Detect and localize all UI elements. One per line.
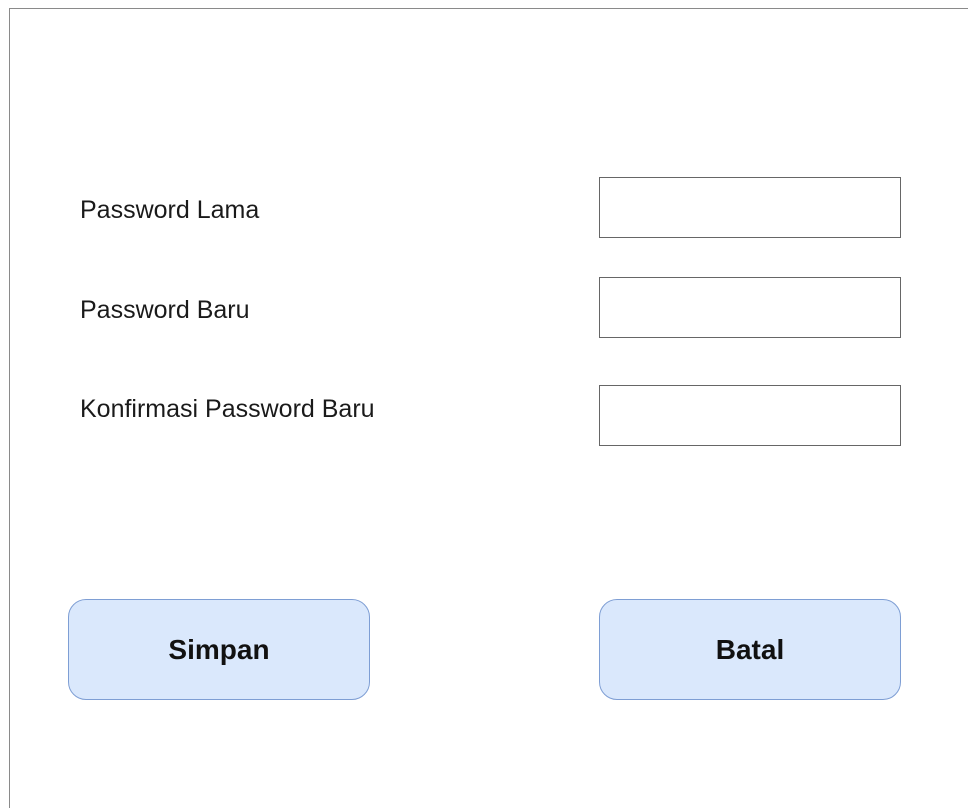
confirm-password-input[interactable]: [599, 385, 901, 446]
save-button[interactable]: Simpan: [68, 599, 370, 700]
cancel-button[interactable]: Batal: [599, 599, 901, 700]
confirm-password-label: Konfirmasi Password Baru: [80, 395, 375, 423]
old-password-input[interactable]: [599, 177, 901, 238]
new-password-input[interactable]: [599, 277, 901, 338]
new-password-label: Password Baru: [80, 296, 250, 324]
old-password-label: Password Lama: [80, 196, 260, 224]
